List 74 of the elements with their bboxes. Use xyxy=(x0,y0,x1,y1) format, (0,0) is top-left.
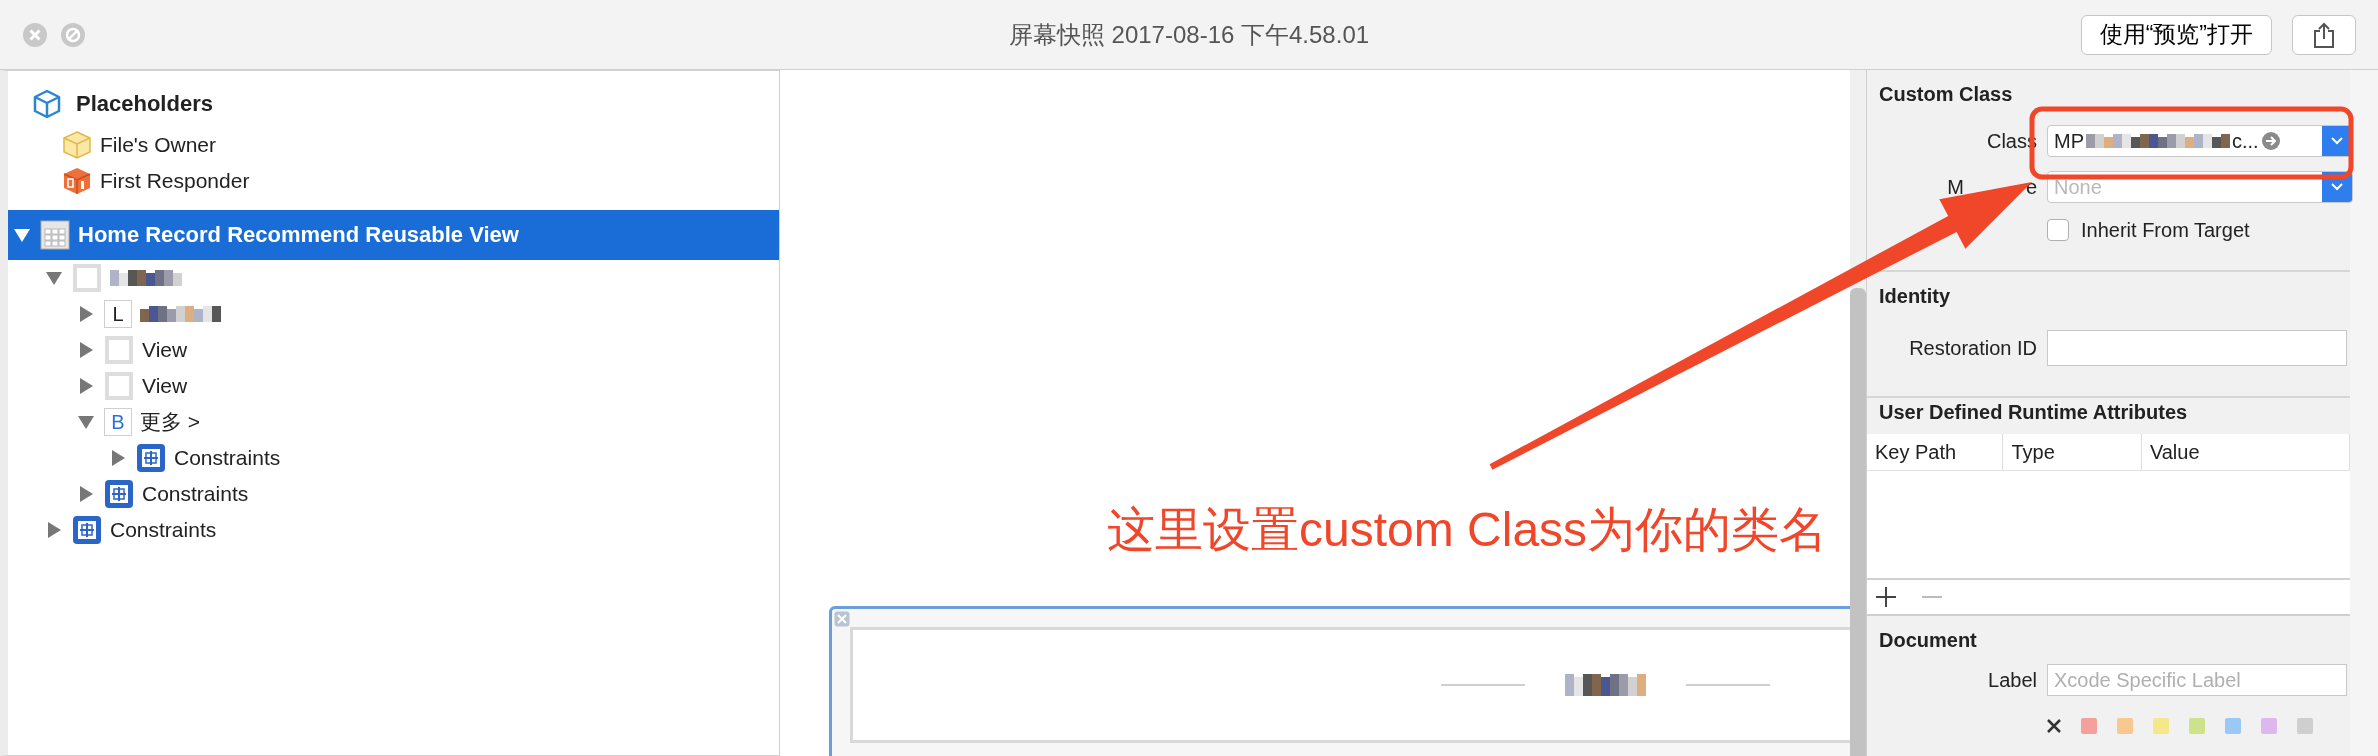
cube-icon xyxy=(62,130,92,160)
cube-icon xyxy=(32,89,62,119)
open-in-preview-button[interactable]: 使用“预览”打开 xyxy=(2080,14,2272,55)
button-icon: B xyxy=(104,408,132,436)
annotation-text: 这里设置custom Class为你的类名 xyxy=(1107,502,1828,558)
field-label: e xyxy=(2025,175,2037,198)
label-icon: L xyxy=(104,300,132,328)
outline-label: File's Owner xyxy=(100,133,217,157)
color-swatch[interactable] xyxy=(2297,718,2313,734)
color-swatch[interactable] xyxy=(2189,718,2205,734)
color-swatch[interactable] xyxy=(2081,718,2097,734)
outline-row[interactable]: Constraints xyxy=(8,476,779,512)
field-label: M xyxy=(1947,175,1964,198)
view-icon xyxy=(104,371,134,401)
outline-label: Constraints xyxy=(142,482,249,506)
label-field[interactable]: Xcode Specific Label xyxy=(2047,664,2347,696)
close-icon[interactable] xyxy=(2047,719,2061,733)
chevron-down-icon[interactable] xyxy=(2330,136,2344,146)
disclosure-collapsed-icon[interactable] xyxy=(110,450,126,466)
share-button[interactable] xyxy=(2292,14,2356,55)
outline-label: View xyxy=(142,374,188,398)
color-swatch[interactable] xyxy=(2261,718,2277,734)
chevron-down-icon[interactable] xyxy=(2330,182,2344,192)
field-label: Restoration ID xyxy=(1908,336,2037,360)
section-heading: Identity xyxy=(1878,283,1952,309)
outline-label: Constraints xyxy=(110,518,217,542)
outline-row[interactable]: View xyxy=(8,332,779,368)
disclosure-expanded-icon[interactable] xyxy=(46,270,62,286)
outline-label: 更多 > xyxy=(140,409,201,435)
disclosure-collapsed-icon[interactable] xyxy=(78,342,94,358)
placeholders-heading: Placeholders xyxy=(76,91,213,117)
outline-row[interactable]: L xyxy=(8,296,779,332)
section-heading: Document xyxy=(1878,627,1978,653)
column-header[interactable]: Value xyxy=(2141,434,2350,470)
share-icon[interactable] xyxy=(2313,21,2335,48)
disclosure-collapsed-icon[interactable] xyxy=(46,522,62,538)
cube-icon xyxy=(62,166,92,196)
outline-row[interactable]: Home Record Recommend Reusable View xyxy=(8,210,779,260)
constraints-icon xyxy=(72,515,102,545)
restoration-id-field[interactable] xyxy=(2047,330,2347,366)
grid-icon xyxy=(40,220,70,250)
section-heading: Custom Class xyxy=(1878,81,2014,107)
checkbox[interactable] xyxy=(2047,219,2069,241)
view-icon xyxy=(104,335,134,365)
outline-row[interactable]: B 更多 > xyxy=(8,404,779,440)
outline-label: First Responder xyxy=(100,169,250,193)
color-swatch[interactable] xyxy=(2153,718,2169,734)
view-icon xyxy=(72,263,102,293)
column-header[interactable]: Type xyxy=(2003,434,2142,470)
outline-label: Home Record Recommend Reusable View xyxy=(78,222,519,248)
disclosure-expanded-icon[interactable] xyxy=(78,414,94,430)
checkbox-label: Inherit From Target xyxy=(2081,218,2250,242)
outline-row[interactable]: Constraints xyxy=(8,440,779,476)
outline-row[interactable]: First Responder xyxy=(8,163,779,199)
color-swatch[interactable] xyxy=(2225,718,2241,734)
window-title: 屏幕快照 2017-08-16 下午4.58.01 xyxy=(1007,19,1371,50)
scrollbar-thumb[interactable] xyxy=(1850,288,1866,756)
constraints-icon xyxy=(136,443,166,473)
column-header[interactable]: Key Path xyxy=(1867,434,2004,470)
outline-row[interactable]: File's Owner xyxy=(8,127,779,163)
outline-row[interactable]: Constraints xyxy=(8,512,779,548)
disclosure-expanded-icon[interactable] xyxy=(14,227,30,243)
section-heading: User Defined Runtime Attributes xyxy=(1878,399,2189,425)
add-button[interactable] xyxy=(1875,586,1897,608)
outline-label: View xyxy=(142,338,188,362)
view-frame[interactable] xyxy=(829,606,1850,756)
outline-row[interactable]: View xyxy=(8,368,779,404)
color-swatch[interactable] xyxy=(2117,718,2133,734)
field-label: Label xyxy=(1987,668,2037,692)
constraints-icon xyxy=(104,479,134,509)
outline-label: Constraints xyxy=(174,446,281,470)
disclosure-collapsed-icon[interactable] xyxy=(78,378,94,394)
disclosure-collapsed-icon[interactable] xyxy=(78,486,94,502)
disclosure-collapsed-icon[interactable] xyxy=(78,306,94,322)
